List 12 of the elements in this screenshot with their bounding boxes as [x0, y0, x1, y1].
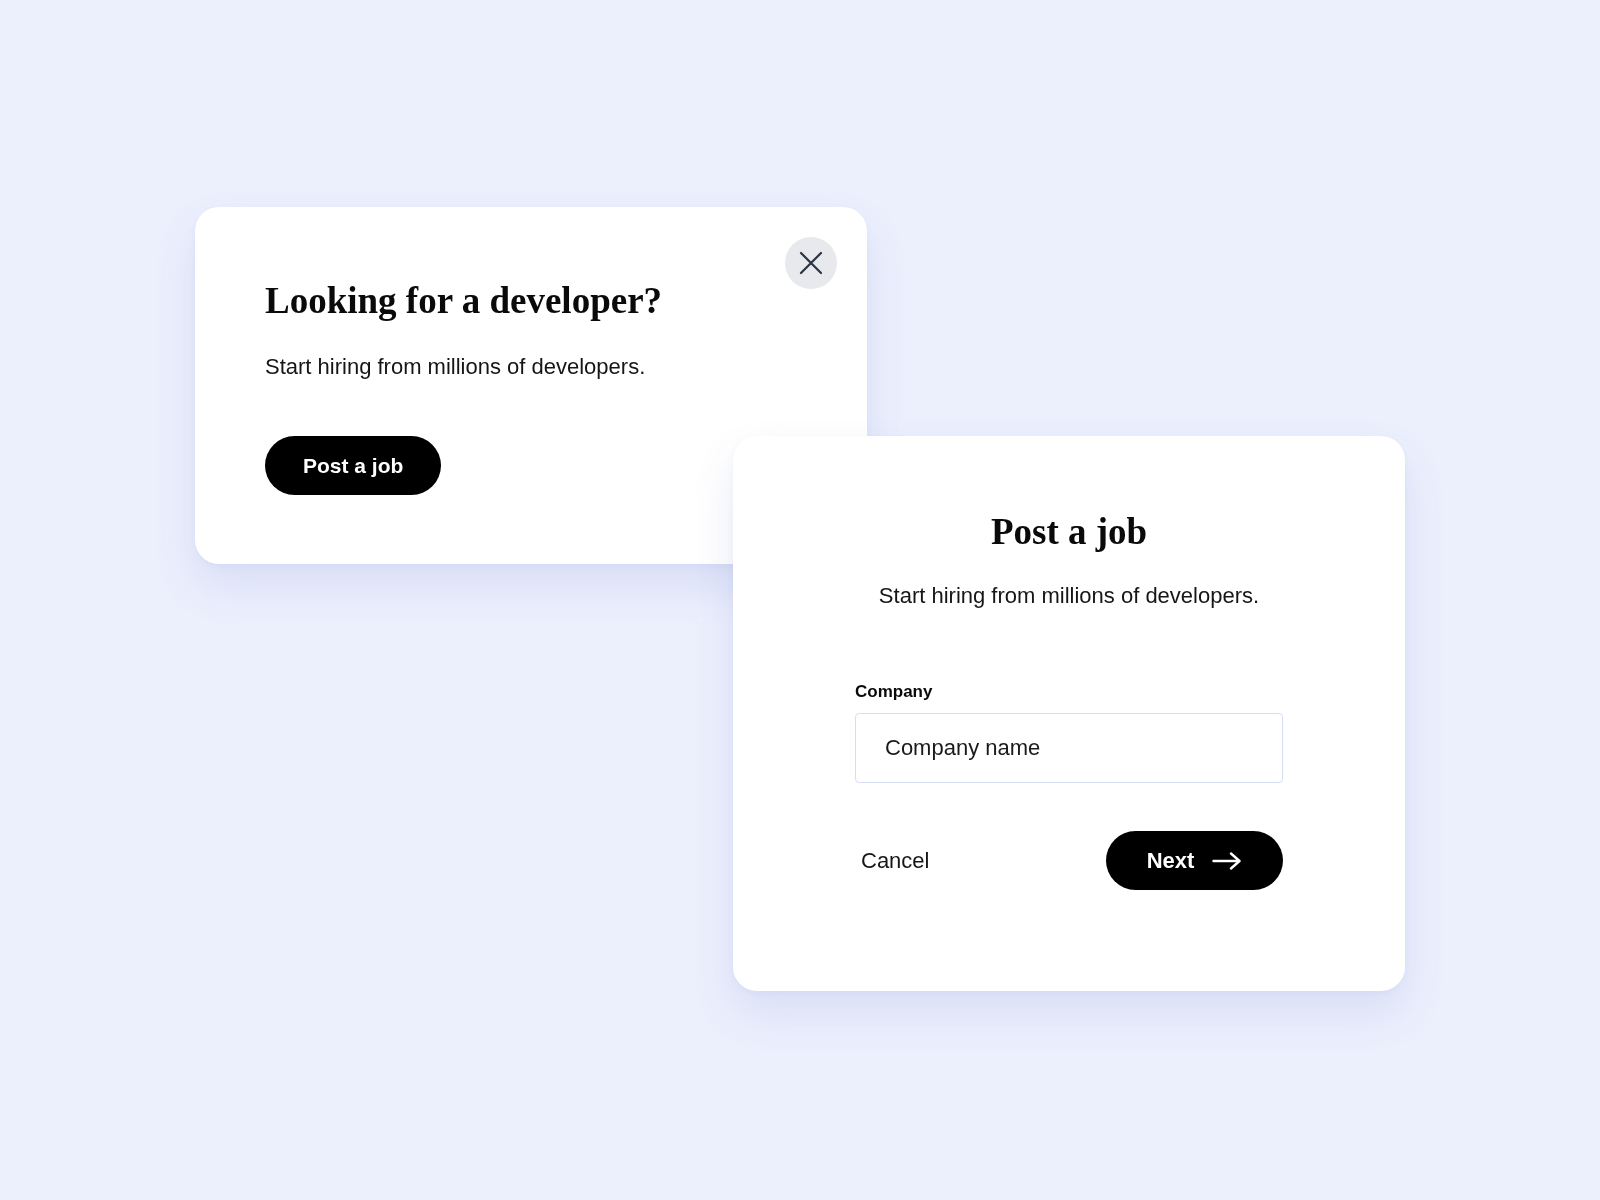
dialog-title: Post a job — [990, 510, 1148, 554]
dialog-text: Start hiring from millions of developers. — [878, 582, 1260, 610]
close-icon — [799, 251, 823, 275]
close-button[interactable] — [785, 237, 837, 289]
arrow-right-icon — [1212, 851, 1243, 870]
company-input[interactable]: Company name — [855, 713, 1283, 783]
next-button[interactable]: Next — [1106, 831, 1283, 890]
post-job-button[interactable]: Post a job — [265, 436, 442, 495]
dialog-title: Looking for a developer? — [265, 279, 663, 323]
dialog-text: Start hiring from millions of developers. — [265, 353, 646, 381]
cancel-button[interactable]: Cancel — [861, 846, 930, 875]
field-label: Company — [855, 681, 933, 703]
